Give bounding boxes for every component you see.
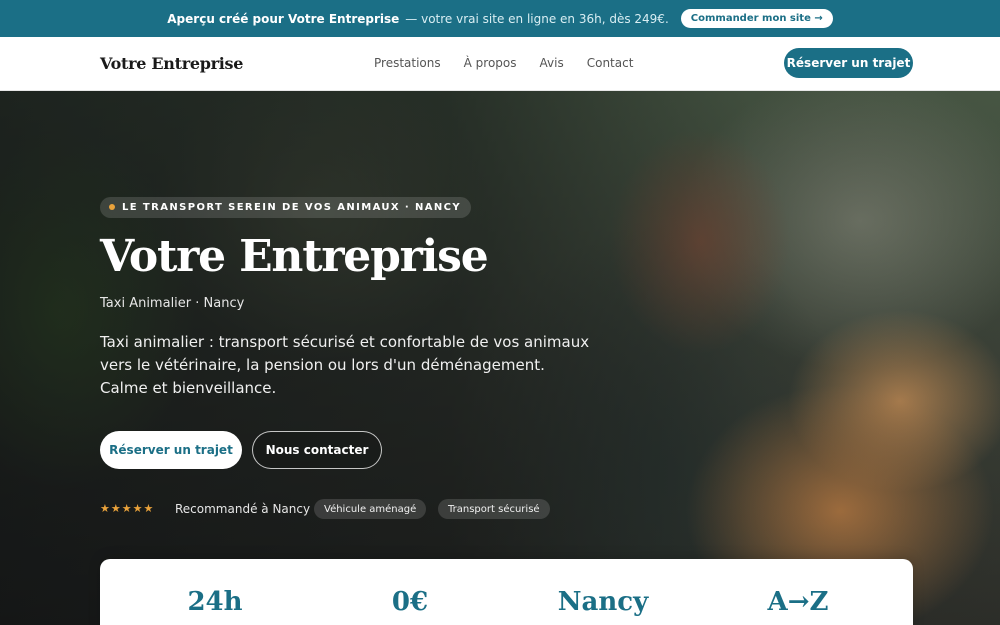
tag-transport-securise: Transport sécurisé <box>438 499 550 519</box>
hero-title: Votre Entreprise <box>100 231 489 282</box>
hero-kicker-badge: LE TRANSPORT SEREIN DE VOS ANIMAUX · NAN… <box>100 197 472 218</box>
contact-us-button[interactable]: Nous contacter <box>252 431 382 469</box>
stat-a-to-z: A→Z <box>767 587 829 617</box>
hero-description: Taxi animalier : transport sécurisé et c… <box>100 333 590 397</box>
book-trip-header-button[interactable]: Réserver un trajet <box>784 48 913 78</box>
nav-item-prestations[interactable]: Prestations <box>374 56 441 70</box>
recommendation-text: Recommandé à Nancy <box>175 502 311 516</box>
promo-bold-text: Aperçu créé pour Votre Entreprise <box>167 11 400 26</box>
brand-logo[interactable]: Votre Entreprise <box>100 54 243 73</box>
nav-item-avis[interactable]: Avis <box>540 56 564 70</box>
rating-stars-icon: ★★★★★ <box>100 502 155 515</box>
stats-card: 24h 0€ Nancy A→Z <box>100 559 913 625</box>
dot-icon <box>109 204 115 210</box>
book-trip-button[interactable]: Réserver un trajet <box>100 431 242 469</box>
main-nav: Prestations À propos Avis Contact <box>374 56 633 70</box>
nav-item-contact[interactable]: Contact <box>587 56 634 70</box>
promo-banner: Aperçu créé pour Votre Entreprise — votr… <box>0 0 1000 37</box>
hero-subtitle: Taxi Animalier · Nancy <box>100 296 245 311</box>
order-site-button[interactable]: Commander mon site → <box>680 9 833 28</box>
stat-price: 0€ <box>391 587 429 617</box>
promo-text: — votre vrai site en ligne en 36h, dès 2… <box>405 11 669 26</box>
nav-item-a-propos[interactable]: À propos <box>464 56 517 70</box>
tag-vehicule-amenage: Véhicule aménagé <box>314 499 427 519</box>
hero-section: LE TRANSPORT SEREIN DE VOS ANIMAUX · NAN… <box>0 91 1000 625</box>
stat-24h: 24h <box>187 587 243 617</box>
stat-city: Nancy <box>557 587 649 617</box>
site-header: Votre Entreprise Prestations À propos Av… <box>0 37 1000 91</box>
hero-kicker-text: LE TRANSPORT SEREIN DE VOS ANIMAUX · NAN… <box>122 202 462 213</box>
